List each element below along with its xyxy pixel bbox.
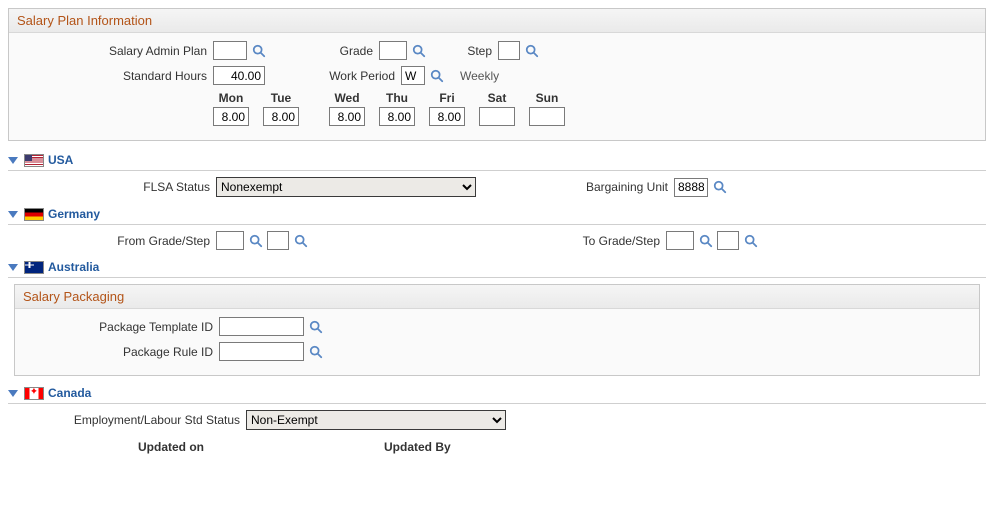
canada-collapse-icon[interactable] xyxy=(8,390,18,397)
standard-hours-label: Standard Hours xyxy=(19,69,209,83)
package-rule-id-input[interactable] xyxy=(219,342,304,361)
day-value-thu[interactable] xyxy=(379,107,415,126)
work-period-label: Work Period xyxy=(269,69,397,83)
to-step-lookup-icon[interactable] xyxy=(743,233,758,248)
day-value-sun[interactable] xyxy=(529,107,565,126)
day-col-thu: Thu xyxy=(379,91,415,126)
day-col-sat: Sat xyxy=(479,91,515,126)
salary-packaging-title: Salary Packaging xyxy=(15,285,979,309)
package-template-id-label: Package Template ID xyxy=(25,320,215,334)
australia-flag-icon xyxy=(24,261,44,274)
flsa-status-select[interactable]: Nonexempt xyxy=(216,177,476,197)
day-header: Fri xyxy=(439,91,454,105)
day-col-fri: Fri xyxy=(429,91,465,126)
salary-admin-plan-label: Salary Admin Plan xyxy=(19,44,209,58)
day-header: Mon xyxy=(219,91,244,105)
to-grade-lookup-icon[interactable] xyxy=(698,233,713,248)
day-header: Tue xyxy=(271,91,291,105)
day-header: Sun xyxy=(536,91,559,105)
standard-hours-input[interactable] xyxy=(213,66,265,85)
to-step-input[interactable] xyxy=(717,231,739,250)
salary-packaging-groupbox: Salary Packaging Package Template ID Pac… xyxy=(14,284,980,376)
day-header: Sat xyxy=(488,91,507,105)
usa-title: USA xyxy=(48,153,73,167)
australia-section: Australia Salary Packaging Package Templ… xyxy=(8,258,986,376)
day-col-mon: Mon xyxy=(213,91,249,126)
germany-collapse-icon[interactable] xyxy=(8,211,18,218)
salary-plan-title: Salary Plan Information xyxy=(9,9,985,33)
germany-section: Germany From Grade/Step To Grade/Step xyxy=(8,205,986,250)
usa-collapse-icon[interactable] xyxy=(8,157,18,164)
work-period-lookup-icon[interactable] xyxy=(429,68,444,83)
canada-title: Canada xyxy=(48,386,91,400)
germany-flag-icon xyxy=(24,208,44,221)
usa-section: USA FLSA Status Nonexempt Bargaining Uni… xyxy=(8,151,986,197)
australia-title: Australia xyxy=(48,260,99,274)
from-step-lookup-icon[interactable] xyxy=(293,233,308,248)
flsa-status-label: FLSA Status xyxy=(12,180,212,194)
from-step-input[interactable] xyxy=(267,231,289,250)
canada-flag-icon xyxy=(24,387,44,400)
day-header: Wed xyxy=(334,91,359,105)
day-value-mon[interactable] xyxy=(213,107,249,126)
from-grade-step-label: From Grade/Step xyxy=(12,234,212,248)
day-value-wed[interactable] xyxy=(329,107,365,126)
usa-flag-icon xyxy=(24,154,44,167)
day-value-fri[interactable] xyxy=(429,107,465,126)
updated-by-label: Updated By xyxy=(384,440,451,454)
work-period-descr: Weekly xyxy=(460,69,499,83)
step-input[interactable] xyxy=(498,41,520,60)
day-header: Thu xyxy=(386,91,408,105)
work-period-input[interactable] xyxy=(401,66,425,85)
salary-admin-plan-lookup-icon[interactable] xyxy=(251,43,266,58)
updated-on-label: Updated on xyxy=(138,440,204,454)
emp-labour-std-status-label: Employment/Labour Std Status xyxy=(12,413,242,427)
step-lookup-icon[interactable] xyxy=(524,43,539,58)
to-grade-step-label: To Grade/Step xyxy=(312,234,662,248)
day-col-sun: Sun xyxy=(529,91,565,126)
day-value-tue[interactable] xyxy=(263,107,299,126)
salary-admin-plan-input[interactable] xyxy=(213,41,247,60)
package-template-id-lookup-icon[interactable] xyxy=(308,319,323,334)
package-rule-id-label: Package Rule ID xyxy=(25,345,215,359)
from-grade-lookup-icon[interactable] xyxy=(248,233,263,248)
australia-collapse-icon[interactable] xyxy=(8,264,18,271)
grade-lookup-icon[interactable] xyxy=(411,43,426,58)
canada-section: Canada Employment/Labour Std Status Non-… xyxy=(8,384,986,454)
emp-labour-std-status-select[interactable]: Non-Exempt xyxy=(246,410,506,430)
grade-input[interactable] xyxy=(379,41,407,60)
bargaining-unit-label: Bargaining Unit xyxy=(480,180,670,194)
package-template-id-input[interactable] xyxy=(219,317,304,336)
day-value-sat[interactable] xyxy=(479,107,515,126)
step-label: Step xyxy=(430,44,494,58)
day-col-wed: Wed xyxy=(329,91,365,126)
from-grade-input[interactable] xyxy=(216,231,244,250)
grade-label: Grade xyxy=(270,44,375,58)
to-grade-input[interactable] xyxy=(666,231,694,250)
package-rule-id-lookup-icon[interactable] xyxy=(308,344,323,359)
bargaining-unit-input[interactable] xyxy=(674,178,708,197)
germany-title: Germany xyxy=(48,207,100,221)
salary-plan-groupbox: Salary Plan Information Salary Admin Pla… xyxy=(8,8,986,141)
bargaining-unit-lookup-icon[interactable] xyxy=(712,180,727,195)
day-col-tue: Tue xyxy=(263,91,299,126)
